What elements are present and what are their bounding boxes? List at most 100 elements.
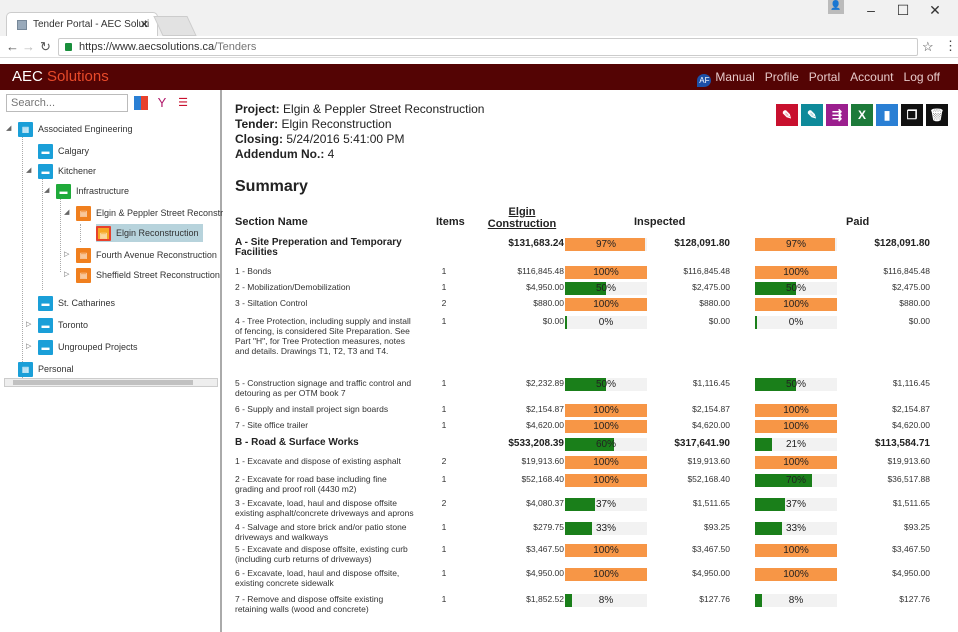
list-icon[interactable]: ☰ — [176, 96, 190, 110]
tree-node-toronto[interactable]: ▷ ▬ Toronto — [26, 316, 88, 334]
row-items: 1 — [441, 282, 447, 292]
forward-icon[interactable]: → — [22, 39, 35, 54]
tree-node-elgin-reconstruction[interactable]: ▤ Elgin Reconstruction — [96, 224, 203, 242]
filter-icon[interactable]: Y — [155, 96, 169, 110]
progress-bar: 37% — [755, 498, 837, 511]
progress-bar: 100% — [755, 456, 837, 469]
back-icon[interactable]: ← — [6, 39, 19, 54]
row-paid-amount: $1,511.65 — [892, 498, 930, 508]
minimize-icon[interactable]: – — [856, 2, 886, 18]
row-inspected-amount: $1,116.45 — [692, 378, 730, 388]
row-paid-amount: $4,950.00 — [892, 568, 930, 578]
row-items: 1 — [441, 266, 447, 276]
summary-title: Summary — [235, 178, 308, 195]
new-tab-button[interactable] — [153, 16, 197, 36]
company-icon: ▦ — [18, 362, 33, 378]
tree-node-st-catharines[interactable]: ▬ St. Catharines — [38, 294, 115, 312]
row-amount: $1,852.52 — [526, 594, 564, 604]
progress-bar: 100% — [565, 266, 647, 279]
progress-bar: 100% — [565, 404, 647, 417]
bookmark-star-icon[interactable]: ☆ — [922, 39, 934, 55]
col-inspected[interactable]: Inspected — [634, 216, 685, 228]
tender-name: Elgin Reconstruction — [281, 117, 392, 131]
browser-tab[interactable]: Tender Portal - AEC Soluti ✕ — [6, 12, 158, 36]
row-items: 1 — [441, 594, 447, 604]
url-field[interactable]: https://www.aecsolutions.ca/Tenders — [58, 38, 918, 56]
reload-icon[interactable]: ↻ — [40, 39, 51, 55]
row-items: 1 — [441, 568, 447, 578]
url-host: https://www.aecsolutions.ca — [79, 41, 215, 53]
row-amount: $2,154.87 — [526, 404, 564, 414]
table-header: Section Name Items Elgin Construction In… — [224, 206, 958, 236]
row-inspected-amount: $52,168.40 — [687, 474, 730, 484]
col-elgin-construction[interactable]: Elgin Construction — [480, 206, 564, 230]
row-paid-amount: $3,467.50 — [892, 544, 930, 554]
tree-node-personal[interactable]: ▦ Personal — [18, 360, 74, 378]
tree-node-infrastructure[interactable]: ◢ ▬ Infrastructure — [44, 182, 129, 200]
row-amount: $4,620.00 — [526, 420, 564, 430]
row-inspected-amount: $4,620.00 — [692, 420, 730, 430]
merge-icon[interactable]: ⇶ — [826, 104, 848, 126]
edit-red-icon[interactable]: ✎ — [776, 104, 798, 126]
copy-icon[interactable]: ❐ — [901, 104, 923, 126]
nav-logoff[interactable]: Log off — [904, 70, 940, 87]
user-icon[interactable]: 👤 — [828, 0, 844, 14]
brand-logo[interactable]: AEC Solutions — [12, 68, 109, 85]
row-items: 1 — [441, 404, 447, 414]
row-name: 2 - Mobilization/Demobilization — [235, 282, 351, 292]
tree-node-associated-engineering[interactable]: ◢ ▦ Associated Engineering — [6, 120, 133, 138]
row-amount: $533,208.39 — [508, 438, 564, 449]
col-items[interactable]: Items — [436, 216, 465, 228]
row-amount: $131,683.24 — [508, 238, 564, 249]
progress-bar: 100% — [565, 568, 647, 581]
sidebar-scrollbar[interactable] — [4, 378, 218, 387]
row-name: 2 - Excavate for road base including fin… — [235, 474, 387, 494]
row-paid-amount: $93.25 — [904, 522, 930, 532]
edit-teal-icon[interactable]: ✎ — [801, 104, 823, 126]
nav-profile[interactable]: Profile — [765, 70, 799, 87]
excel-export-icon[interactable]: X — [851, 104, 873, 126]
progress-bar: 97% — [755, 238, 837, 251]
col-section-name[interactable]: Section Name — [235, 216, 308, 228]
row-paid-amount: $880.00 — [899, 298, 930, 308]
row-inspected-amount: $93.25 — [704, 522, 730, 532]
nav-account[interactable]: Account — [850, 70, 893, 87]
row-inspected-amount: $880.00 — [699, 298, 730, 308]
add-project-icon[interactable] — [134, 96, 148, 110]
tree-node-sheffield[interactable]: ▷ ▤ Sheffield Street Reconstruction — [64, 266, 220, 284]
row-name: 3 - Siltation Control — [235, 298, 308, 308]
row-amount: $116,845.48 — [517, 266, 564, 276]
row-amount: $52,168.40 — [521, 474, 564, 484]
progress-bar: 50% — [755, 282, 837, 295]
tree-node-kitchener[interactable]: ◢ ▬ Kitchener — [26, 162, 96, 180]
tree-node-fourth-avenue[interactable]: ▷ ▤ Fourth Avenue Reconstruction — [64, 246, 217, 264]
nav-manual[interactable]: AF Manual — [697, 70, 755, 87]
row-inspected-amount: $0.00 — [708, 316, 730, 326]
af-logo-icon: AF — [697, 74, 712, 87]
delete-icon[interactable]: 🗑 — [926, 104, 948, 126]
progress-bar: 100% — [565, 420, 647, 433]
row-name: 5 - Excavate and dispose offsite, existi… — [235, 544, 408, 564]
tree-node-ungrouped[interactable]: ▷ ▬ Ungrouped Projects — [26, 338, 138, 356]
row-inspected-amount: $19,913.60 — [687, 456, 730, 466]
row-paid-amount: $116,845.48 — [883, 266, 930, 276]
search-input[interactable] — [6, 94, 128, 112]
col-paid[interactable]: Paid — [846, 216, 869, 228]
close-window-icon[interactable]: ✕ — [920, 2, 950, 19]
browser-menu-icon[interactable]: ⋮ — [944, 38, 957, 54]
tab-title: Tender Portal - AEC Soluti — [33, 19, 150, 30]
row-name: 6 - Supply and install project sign boar… — [235, 404, 389, 414]
close-tab-icon[interactable]: ✕ — [140, 18, 149, 31]
progress-bar: 8% — [755, 594, 837, 607]
folder-icon: ▬ — [38, 144, 53, 160]
top-nav: AF Manual Profile Portal Account Log off — [697, 70, 940, 87]
row-amount: $279.75 — [533, 522, 564, 532]
maximize-icon[interactable]: ☐ — [888, 2, 918, 19]
chart-icon[interactable]: ▮ — [876, 104, 898, 126]
nav-portal[interactable]: Portal — [809, 70, 840, 87]
main-scrollbar[interactable] — [950, 240, 956, 630]
tree-node-elgin-peppler[interactable]: ◢ ▤ Elgin & Peppler Street Reconstr — [64, 204, 223, 222]
project-icon: ▤ — [76, 248, 91, 264]
row-name: 4 - Tree Protection, including supply an… — [235, 316, 411, 356]
tree-node-calgary[interactable]: ▬ Calgary — [38, 142, 89, 160]
